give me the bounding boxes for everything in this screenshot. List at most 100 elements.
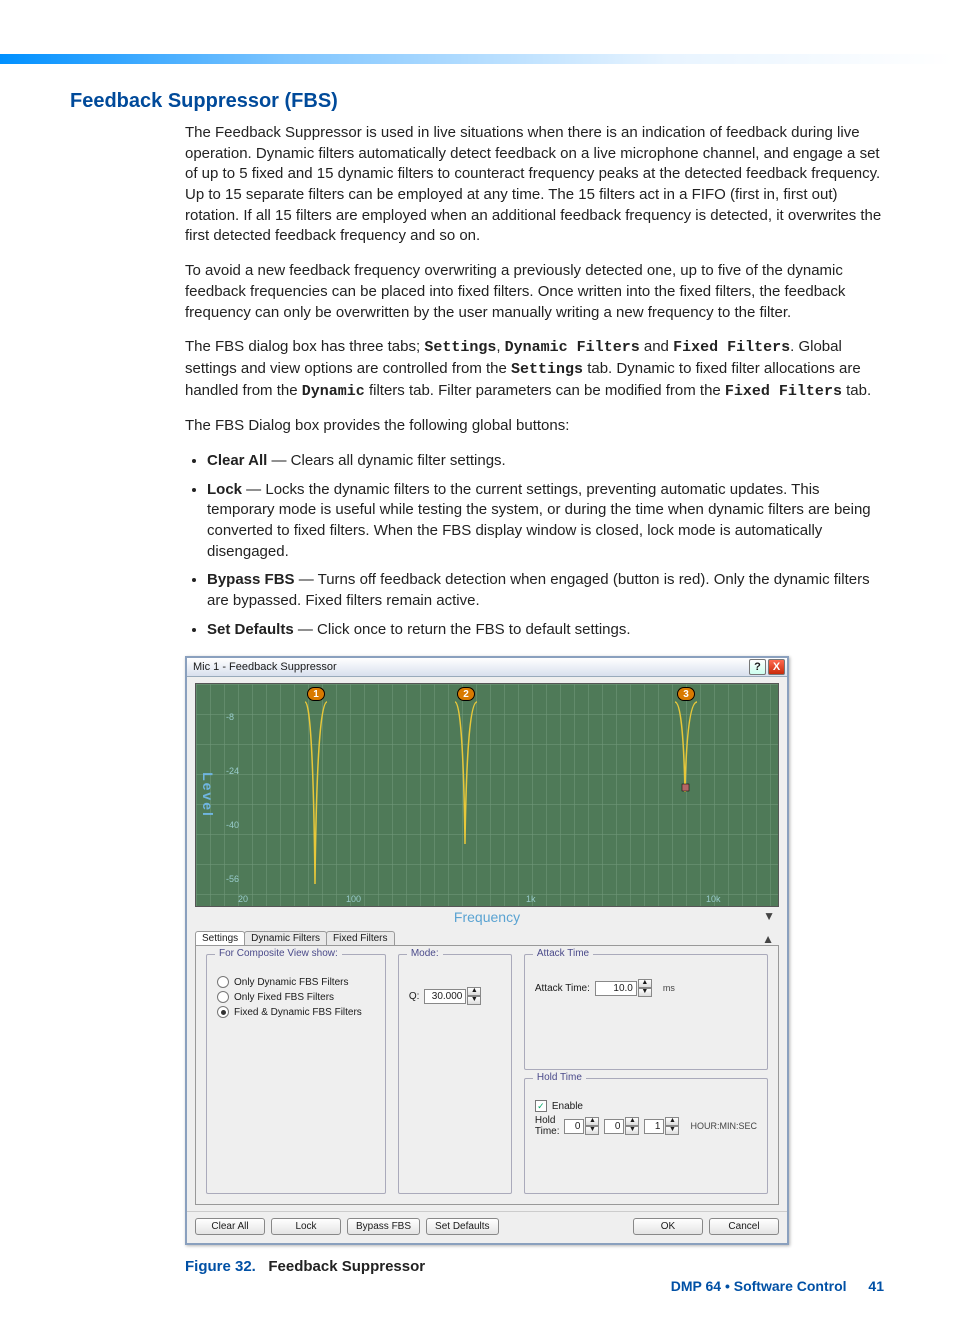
hold-enable-label: Enable xyxy=(552,1101,583,1112)
code-settings: Settings xyxy=(424,339,496,356)
hold-hour-field[interactable]: 0 ▲▼ xyxy=(564,1117,599,1135)
tab-bar: Settings Dynamic Filters Fixed Filters xyxy=(195,927,779,945)
lead-lock: Lock xyxy=(207,481,242,498)
clear-all-button[interactable]: Clear All xyxy=(195,1218,265,1235)
code-dynamic-filters: Dynamic Filters xyxy=(505,339,640,356)
collapse-graph-icon[interactable]: ▼ xyxy=(763,909,775,923)
lead-set-defaults: Set Defaults xyxy=(207,621,294,638)
code-settings-2: Settings xyxy=(511,361,583,378)
mode-title: Mode: xyxy=(407,948,443,959)
paragraph-buttons-intro: The FBS Dialog box provides the followin… xyxy=(185,416,884,437)
attack-spinner[interactable]: ▲▼ xyxy=(638,979,652,997)
set-defaults-button[interactable]: Set Defaults xyxy=(426,1218,498,1235)
paragraph-intro-1: The Feedback Suppressor is used in live … xyxy=(185,123,884,247)
ytick: -56 xyxy=(226,874,239,884)
checkbox-icon xyxy=(535,1100,547,1112)
code-fixed-filters: Fixed Filters xyxy=(673,339,790,356)
tab-fixed-filters[interactable]: Fixed Filters xyxy=(326,931,394,945)
hold-min-field[interactable]: 0 ▲▼ xyxy=(604,1117,639,1135)
hold-time-label: Hold Time: xyxy=(535,1115,560,1137)
top-gradient-bar xyxy=(0,54,954,64)
dialog-title-text: Mic 1 - Feedback Suppressor xyxy=(193,661,337,673)
cancel-button[interactable]: Cancel xyxy=(709,1218,779,1235)
radio-only-fixed[interactable]: Only Fixed FBS Filters xyxy=(217,991,375,1003)
xtick: 1k xyxy=(526,894,536,904)
hold-hour: 0 xyxy=(564,1119,584,1134)
attack-unit: ms xyxy=(663,983,675,993)
attack-time-value: 10.0 xyxy=(595,981,637,996)
paragraph-tabs: The FBS dialog box has three tabs; Setti… xyxy=(185,337,884,402)
radio-label: Only Fixed FBS Filters xyxy=(234,992,334,1003)
attack-time-label: Attack Time: xyxy=(535,983,590,994)
hold-sec-field[interactable]: 1 ▲▼ xyxy=(644,1117,679,1135)
close-button[interactable]: X xyxy=(768,659,785,675)
lead-bypass: Bypass FBS xyxy=(207,571,295,588)
list-item-bypass: Bypass FBS — Turns off feedback detectio… xyxy=(207,570,884,611)
list-item-clear-all: Clear All — Clears all dynamic filter se… xyxy=(207,451,884,472)
radio-icon xyxy=(217,1006,229,1018)
hold-enable-row[interactable]: Enable xyxy=(535,1100,757,1112)
hold-sec: 1 xyxy=(644,1119,664,1134)
q-field[interactable]: 30.000 ▲▼ xyxy=(424,987,481,1005)
attack-time-title: Attack Time xyxy=(533,948,593,959)
hold-time-title: Hold Time xyxy=(533,1072,586,1083)
ytick: -8 xyxy=(226,712,234,722)
radio-icon xyxy=(217,991,229,1003)
bypass-fbs-button[interactable]: Bypass FBS xyxy=(347,1218,420,1235)
fbs-dialog: Mic 1 - Feedback Suppressor ? X Level -8… xyxy=(185,656,789,1245)
radio-label: Only Dynamic FBS Filters xyxy=(234,977,348,988)
footer-page-number: 41 xyxy=(868,1278,884,1294)
dialog-titlebar[interactable]: Mic 1 - Feedback Suppressor ? X xyxy=(187,658,787,677)
composite-view-title: For Composite View show: xyxy=(215,948,342,959)
expand-panel-icon[interactable]: ▲ xyxy=(762,932,774,946)
notch-2 xyxy=(455,684,477,854)
notch-1 xyxy=(305,684,327,894)
dialog-button-row: Clear All Lock Bypass FBS Set Defaults O… xyxy=(187,1211,787,1243)
rest-lock: — Locks the dynamic filters to the curre… xyxy=(207,481,871,560)
lead-clear-all: Clear All xyxy=(207,452,267,469)
tab-settings[interactable]: Settings xyxy=(195,931,245,945)
figure-title: Feedback Suppressor xyxy=(268,1258,425,1275)
para3-mid3: filters tab. Filter parameters can be mo… xyxy=(369,382,721,399)
list-item-lock: Lock — Locks the dynamic filters to the … xyxy=(207,480,884,563)
para3-pre: The FBS dialog box has three tabs; xyxy=(185,338,420,355)
tab-dynamic-filters[interactable]: Dynamic Filters xyxy=(244,931,327,945)
list-item-set-defaults: Set Defaults — Click once to return the … xyxy=(207,620,884,641)
radio-fixed-and-dynamic[interactable]: Fixed & Dynamic FBS Filters xyxy=(217,1006,375,1018)
attack-time-field[interactable]: 10.0 ▲▼ xyxy=(595,979,652,997)
figure-number: Figure 32. xyxy=(185,1258,256,1275)
ytick: -40 xyxy=(226,820,239,830)
q-label: Q: xyxy=(409,991,420,1002)
rest-set-defaults: — Click once to return the FBS to defaul… xyxy=(294,621,631,638)
help-button[interactable]: ? xyxy=(749,659,766,675)
xtick: 20 xyxy=(238,894,248,904)
page: Feedback Suppressor (FBS) The Feedback S… xyxy=(0,0,954,1328)
xtick: 10k xyxy=(706,894,721,904)
radio-only-dynamic[interactable]: Only Dynamic FBS Filters xyxy=(217,976,375,988)
lock-button[interactable]: Lock xyxy=(271,1218,341,1235)
and-word: and xyxy=(644,338,669,355)
graph-panel: Level -8 -24 -40 -56 20 100 1k 10k 1 2 xyxy=(195,683,779,925)
ok-button[interactable]: OK xyxy=(633,1218,703,1235)
section-heading: Feedback Suppressor (FBS) xyxy=(70,90,884,113)
hold-min: 0 xyxy=(604,1119,624,1134)
radio-label: Fixed & Dynamic FBS Filters xyxy=(234,1007,362,1018)
content: Feedback Suppressor (FBS) The Feedback S… xyxy=(70,90,884,1278)
frequency-graph[interactable]: Level -8 -24 -40 -56 20 100 1k 10k 1 2 xyxy=(195,683,779,907)
hold-unit: HOUR:MIN:SEC xyxy=(690,1121,757,1131)
code-fixed-filters-2: Fixed Filters xyxy=(725,383,842,400)
x-axis-label: Frequency xyxy=(454,909,520,925)
code-dynamic: Dynamic xyxy=(302,383,365,400)
radio-icon xyxy=(217,976,229,988)
paragraph-intro-2: To avoid a new feedback frequency overwr… xyxy=(185,261,884,323)
settings-panel: Settings Dynamic Filters Fixed Filters ▲… xyxy=(195,927,779,1205)
notch-3 xyxy=(675,684,697,804)
figure-caption: Figure 32. Feedback Suppressor xyxy=(185,1257,884,1278)
rest-clear-all: — Clears all dynamic filter settings. xyxy=(267,452,505,469)
q-spinner[interactable]: ▲▼ xyxy=(467,987,481,1005)
y-axis-label: Level xyxy=(200,773,216,819)
xtick: 100 xyxy=(346,894,361,904)
ytick: -24 xyxy=(226,766,239,776)
para3-end: tab. xyxy=(846,382,871,399)
rest-bypass: — Turns off feedback detection when enga… xyxy=(207,571,870,609)
